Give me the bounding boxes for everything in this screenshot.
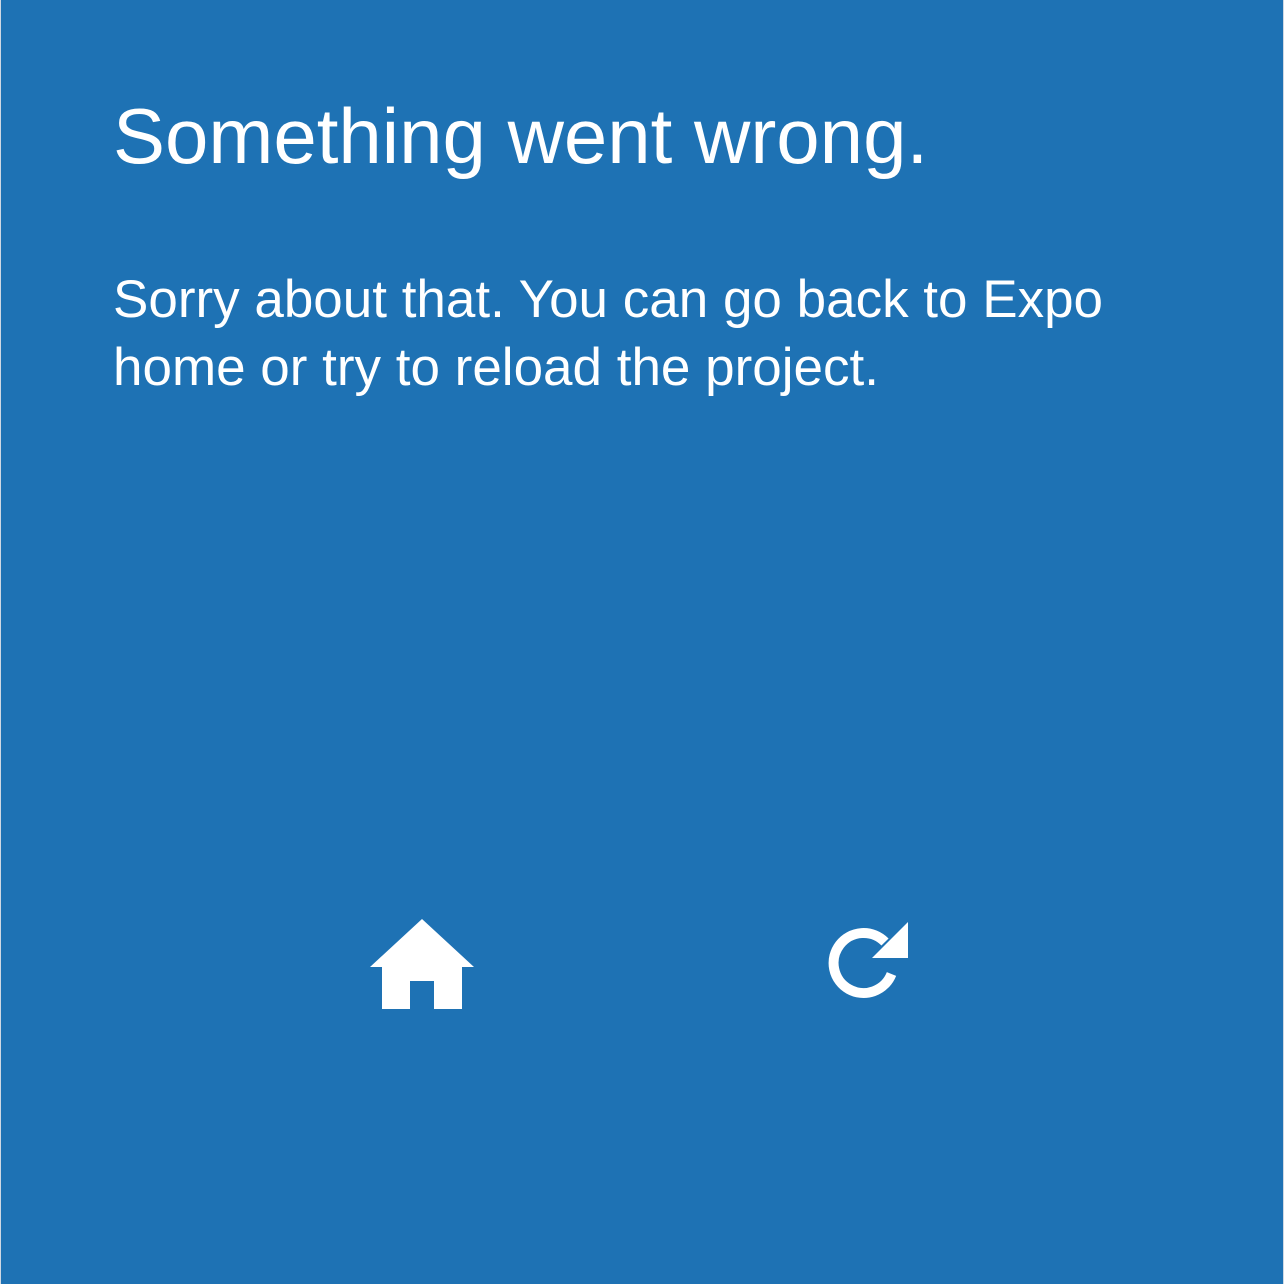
error-title: Something went wrong. <box>113 92 929 180</box>
reload-button[interactable] <box>794 894 934 1034</box>
error-screen: Something went wrong. Sorry about that. … <box>0 0 1284 1284</box>
reload-icon <box>818 918 910 1010</box>
home-icon <box>368 917 476 1011</box>
go-home-button[interactable] <box>352 894 492 1034</box>
error-message: Sorry about that. You can go back to Exp… <box>113 270 1104 397</box>
